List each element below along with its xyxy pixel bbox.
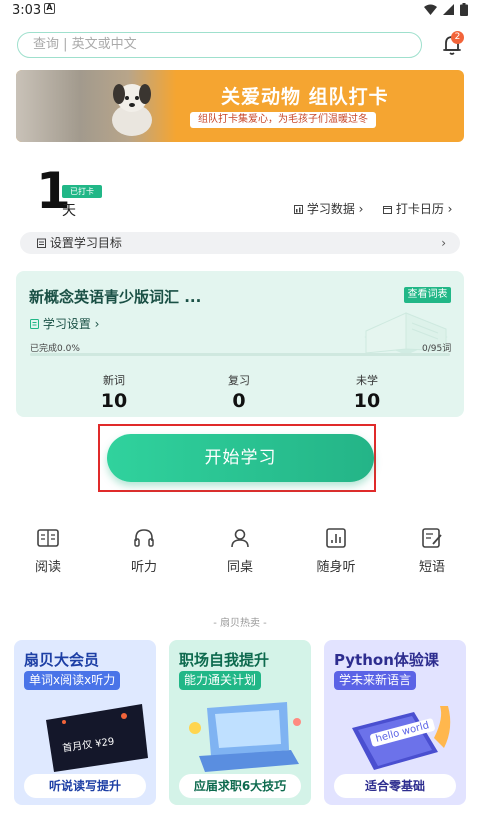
- promo-title: Python体验课: [334, 651, 439, 669]
- chevron-right-icon: ›: [441, 236, 446, 250]
- start-learning-button[interactable]: 开始学习: [107, 434, 374, 482]
- search-input[interactable]: 查询 | 英文或中文: [17, 32, 422, 58]
- study-settings-label: 学习设置 ›: [42, 317, 100, 331]
- tool-reading[interactable]: 阅读: [18, 528, 78, 575]
- promo-title: 职场自我提升: [179, 651, 270, 669]
- stat-label: 未学: [356, 374, 378, 387]
- tool-label: 听力: [130, 560, 157, 575]
- dog-illustration: [112, 84, 152, 136]
- audio-chart-icon: [326, 528, 346, 548]
- promo-subtitle: 学未来新语言: [334, 671, 417, 690]
- study-data-link[interactable]: 学习数据 ›: [294, 200, 363, 217]
- status-time: 3:03: [12, 3, 42, 18]
- stat-label: 复习: [228, 374, 250, 387]
- checkin-status-badge: 已打卡: [62, 185, 102, 198]
- promo-card-python[interactable]: Python体验课 学未来新语言 hello world 适合零基础: [324, 640, 466, 805]
- membership-card-illustration: [46, 704, 148, 772]
- note-pencil-icon: [422, 528, 442, 548]
- user-icon: [231, 529, 249, 548]
- stat-value: 0: [232, 390, 246, 412]
- stat-value: 10: [100, 390, 128, 412]
- promo-subtitle: 能力通关计划: [179, 671, 262, 690]
- clipboard-icon: [37, 238, 46, 248]
- tool-label: 随身听: [316, 560, 356, 575]
- battery-icon: [460, 3, 468, 16]
- promo-button[interactable]: 应届求职6大技巧: [179, 774, 301, 798]
- set-goal-row[interactable]: 设置学习目标 ›: [20, 232, 460, 254]
- set-goal-label: 设置学习目标: [49, 236, 122, 250]
- signal-icon: [443, 4, 454, 15]
- promo-subtitle: 单词x阅读x听力: [24, 671, 121, 690]
- tool-phrases[interactable]: 短语: [402, 528, 462, 575]
- notification-badge: 2: [451, 31, 464, 44]
- promo-card-membership[interactable]: 扇贝大会员 单词x阅读x听力 首月仅 ¥29 听说读写提升: [14, 640, 156, 805]
- book-title: 新概念英语青少版词汇 ...: [29, 288, 202, 306]
- promo-button[interactable]: 听说读写提升: [24, 774, 146, 798]
- hot-section-title: - 扇贝热卖 -: [213, 618, 267, 629]
- tool-label: 同桌: [226, 560, 253, 575]
- tool-listening[interactable]: 听力: [114, 528, 174, 575]
- status-bar: 3:03 A: [0, 0, 480, 20]
- tool-label: 阅读: [34, 560, 61, 575]
- settings-doc-icon: [30, 319, 39, 329]
- stat-review: 复习 0: [209, 372, 269, 412]
- tool-deskmate[interactable]: 同桌: [210, 528, 270, 575]
- promo-banner[interactable]: 关爱动物 组队打卡 组队打卡集爱心，为毛孩子们温暖过冬: [16, 70, 464, 142]
- laptop-illustration: [189, 702, 301, 772]
- study-data-label: 学习数据 ›: [306, 202, 364, 216]
- banner-subtitle: 组队打卡集爱心，为毛孩子们温暖过冬: [190, 112, 376, 128]
- stat-new-words: 新词 10: [84, 372, 144, 412]
- system-icons: [424, 3, 468, 16]
- stat-unlearned: 未学 10: [337, 372, 397, 412]
- book-icon: [37, 529, 59, 547]
- promo-button[interactable]: 适合零基础: [334, 774, 456, 798]
- calendar-label: 打卡日历 ›: [395, 202, 453, 216]
- progress-bar: [30, 353, 450, 356]
- promo-title: 扇贝大会员: [24, 651, 100, 669]
- calendar-icon: [383, 206, 392, 214]
- study-book-card: 新概念英语青少版词汇 ... 查看词表 学习设置 › 已完成0.0% 0/95词…: [16, 271, 464, 417]
- view-vocab-button[interactable]: 查看词表: [404, 287, 451, 303]
- chart-icon: [294, 205, 303, 214]
- banner-title: 关爱动物 组队打卡: [221, 86, 389, 108]
- headphones-icon: [134, 529, 154, 547]
- notification-app-icon: A: [44, 3, 55, 14]
- tool-label: 短语: [418, 560, 445, 575]
- promo-card-career[interactable]: 职场自我提升 能力通关计划 应届求职6大技巧: [169, 640, 311, 805]
- tool-portable-listening[interactable]: 随身听: [306, 528, 366, 575]
- stat-value: 10: [353, 390, 381, 412]
- stat-label: 新词: [103, 374, 125, 387]
- wifi-icon: [424, 4, 437, 15]
- study-settings-link[interactable]: 学习设置 ›: [30, 315, 99, 332]
- checkin-calendar-link[interactable]: 打卡日历 ›: [383, 200, 452, 217]
- checkin-days-unit: 天: [62, 203, 76, 219]
